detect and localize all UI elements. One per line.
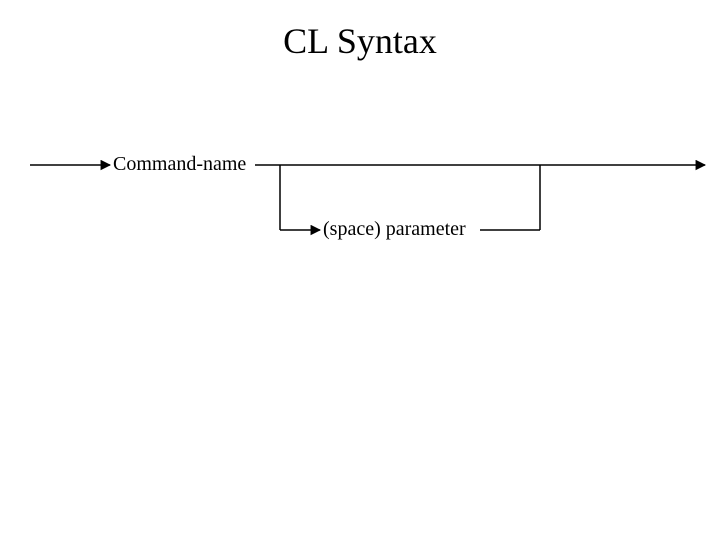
parameter-node: (space) parameter [323, 218, 466, 241]
syntax-diagram [0, 0, 720, 540]
command-name-node: Command-name [113, 153, 246, 176]
